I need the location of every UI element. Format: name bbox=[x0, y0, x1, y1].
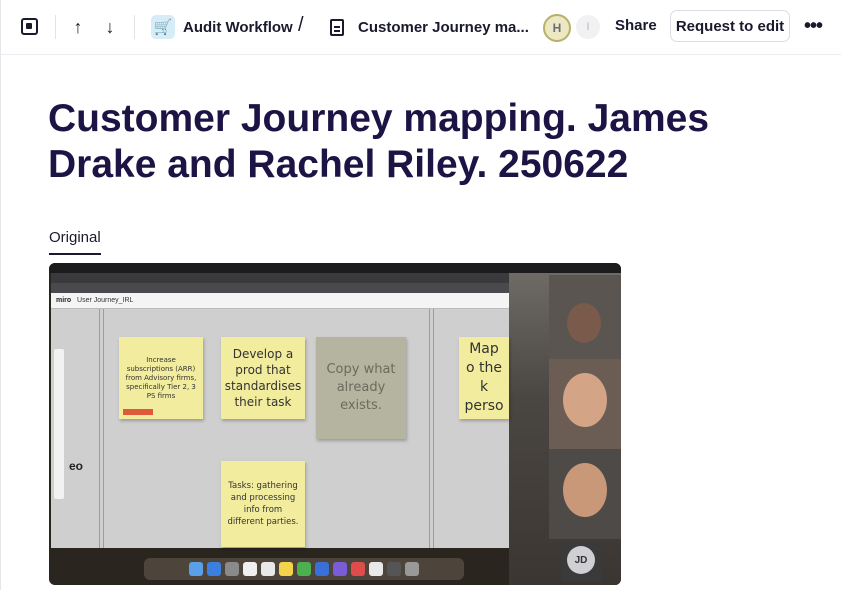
participant-face bbox=[563, 463, 607, 517]
breadcrumb-separator: / bbox=[298, 14, 304, 36]
more-horizontal-icon[interactable]: ••• bbox=[802, 14, 824, 38]
browser-tabs bbox=[51, 273, 509, 283]
avatar[interactable]: I bbox=[576, 15, 600, 39]
embedded-screenshot[interactable]: miro User Journey_IRL eo Increase subscr… bbox=[49, 263, 621, 585]
request-to-edit-button[interactable]: Request to edit bbox=[670, 10, 790, 42]
frame-line bbox=[429, 309, 430, 548]
tab-original[interactable]: Original bbox=[49, 229, 101, 246]
mac-menu-bar bbox=[49, 263, 621, 273]
arrow-up-icon[interactable]: ↑ bbox=[68, 15, 88, 39]
dock-app-icon bbox=[297, 562, 311, 576]
video-tile bbox=[549, 359, 621, 449]
frame-line bbox=[433, 309, 434, 548]
dock-app-icon bbox=[261, 562, 275, 576]
whiteboard: eo Increase subscriptions (ARR) from Adv… bbox=[51, 309, 509, 548]
top-bar: ↑ ↓ 🛒 Audit Workflow / Customer Journey … bbox=[0, 0, 841, 55]
participant-face bbox=[563, 373, 607, 427]
avatar: JD bbox=[567, 546, 595, 574]
board-name: User Journey_IRL bbox=[77, 297, 134, 304]
sticky-tag bbox=[123, 409, 153, 415]
page-title: Customer Journey mapping. James Drake an… bbox=[48, 97, 710, 186]
dock-app-icon bbox=[351, 562, 365, 576]
dock-app-icon bbox=[207, 562, 221, 576]
video-tile bbox=[549, 449, 621, 539]
breadcrumb-workspace[interactable]: 🛒 Audit Workflow bbox=[151, 14, 293, 40]
browser-address-bar bbox=[51, 283, 509, 293]
dock-app-icon bbox=[189, 562, 203, 576]
arrow-down-icon[interactable]: ↓ bbox=[100, 15, 120, 39]
dock-app-icon bbox=[387, 562, 401, 576]
frame-line bbox=[103, 309, 104, 548]
miro-logo: miro bbox=[56, 297, 72, 304]
dock-app-icon bbox=[333, 562, 347, 576]
miro-tool-strip bbox=[54, 349, 64, 499]
dock-app-icon bbox=[405, 562, 419, 576]
frame-line bbox=[99, 309, 100, 548]
dock-app-icon bbox=[369, 562, 383, 576]
left-edge bbox=[0, 0, 2, 590]
shopping-cart-icon: 🛒 bbox=[151, 15, 175, 39]
share-button[interactable]: Share bbox=[615, 17, 657, 34]
sticky-note: Map o the k perso bbox=[459, 337, 509, 419]
breadcrumb-page-label: Customer Journey ma... bbox=[358, 18, 529, 36]
participant-face bbox=[567, 303, 601, 343]
avatar[interactable]: H bbox=[543, 14, 571, 42]
dock-app-icon bbox=[225, 562, 239, 576]
divider bbox=[55, 15, 56, 39]
partial-text: eo bbox=[69, 459, 84, 473]
breadcrumb-page[interactable]: Customer Journey ma... bbox=[330, 14, 529, 40]
miro-toolbar: miro User Journey_IRL bbox=[51, 293, 509, 309]
sidebar-toggle-icon[interactable] bbox=[18, 15, 40, 37]
sticky-note: Increase subscriptions (ARR) from Adviso… bbox=[119, 337, 203, 419]
document-icon bbox=[330, 18, 344, 36]
dock-app-icon bbox=[315, 562, 329, 576]
dock-app-icon bbox=[279, 562, 293, 576]
divider bbox=[134, 15, 135, 39]
sticky-note: Tasks: gathering and processing info fro… bbox=[221, 461, 305, 547]
video-tile bbox=[549, 275, 621, 365]
sticky-note: Copy what already exists. bbox=[316, 337, 406, 439]
dock-app-icon bbox=[243, 562, 257, 576]
mac-dock bbox=[144, 558, 464, 580]
sticky-note: Develop a prod that standardises their t… bbox=[221, 337, 305, 419]
browser-window: miro User Journey_IRL eo Increase subscr… bbox=[51, 273, 509, 548]
tab-active-indicator bbox=[49, 253, 101, 255]
breadcrumb-workspace-label: Audit Workflow bbox=[183, 18, 293, 36]
